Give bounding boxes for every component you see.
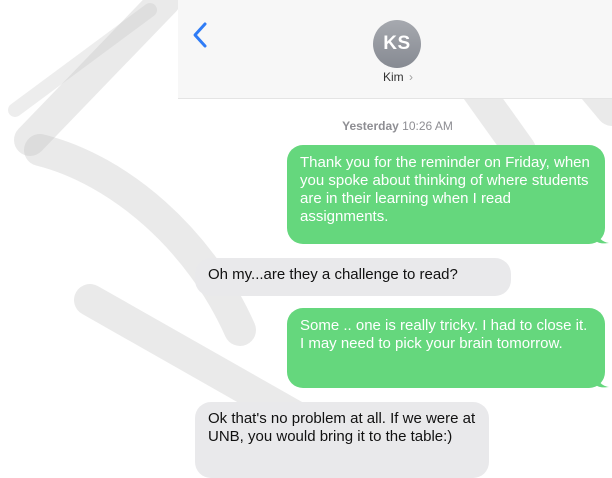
- received-message-bubble[interactable]: Oh my...are they a challenge to read?: [195, 258, 511, 296]
- avatar[interactable]: KS: [373, 20, 421, 68]
- sent-message-bubble[interactable]: Thank you for the reminder on Friday, wh…: [287, 145, 605, 244]
- message-text: Oh my...are they a challenge to read?: [208, 266, 458, 283]
- sent-message-bubble[interactable]: Some .. one is really tricky. I had to c…: [287, 308, 605, 388]
- message-timestamp: Yesterday 10:26 AM: [300, 119, 495, 133]
- bubble-tail: [596, 374, 609, 388]
- avatar-initials: KS: [383, 33, 411, 54]
- contact-name-link[interactable]: Kim ›: [350, 70, 446, 84]
- chevron-left-icon[interactable]: [190, 20, 210, 50]
- contact-name: Kim: [382, 70, 404, 84]
- chevron-right-icon: ›: [409, 70, 413, 84]
- timestamp-time: 10:26 AM: [402, 119, 453, 133]
- message-text: Some .. one is really tricky. I had to c…: [300, 317, 588, 352]
- message-text: Thank you for the reminder on Friday, wh…: [300, 154, 590, 225]
- timestamp-day: Yesterday: [342, 119, 399, 133]
- received-message-bubble[interactable]: Ok that's no problem at all. If we were …: [195, 402, 489, 478]
- message-text: Ok that's no problem at all. If we were …: [208, 410, 476, 445]
- bubble-tail: [596, 230, 609, 244]
